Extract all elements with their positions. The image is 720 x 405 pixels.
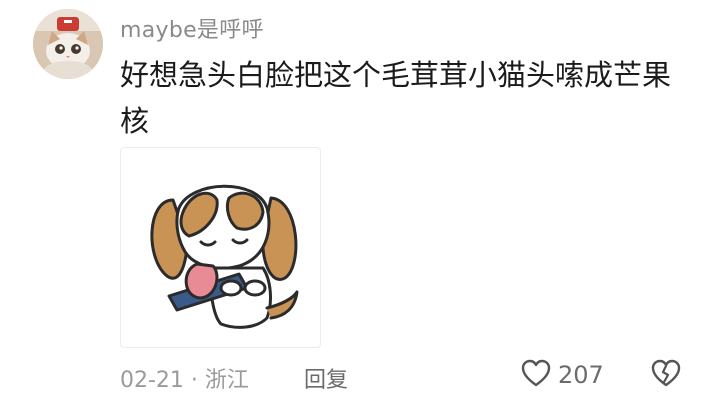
username[interactable]: maybe是呼呼 <box>120 12 264 44</box>
broken-heart-icon <box>651 359 681 387</box>
dislike-button[interactable] <box>650 358 682 390</box>
comment-text: 好想急头白脸把这个毛茸茸小猫头嗦成芒果核 <box>120 58 672 138</box>
date-location: 02-21 · 浙江 <box>120 368 249 393</box>
reply-button[interactable]: 回复 <box>304 362 348 394</box>
dog-sticker-icon <box>150 184 299 329</box>
cat-avatar-image <box>33 9 103 79</box>
sticker-image[interactable] <box>120 147 321 348</box>
like-button[interactable] <box>520 358 552 390</box>
avatar[interactable] <box>33 9 103 79</box>
heart-outline-icon <box>521 359 551 387</box>
like-count: 207 <box>558 361 604 389</box>
